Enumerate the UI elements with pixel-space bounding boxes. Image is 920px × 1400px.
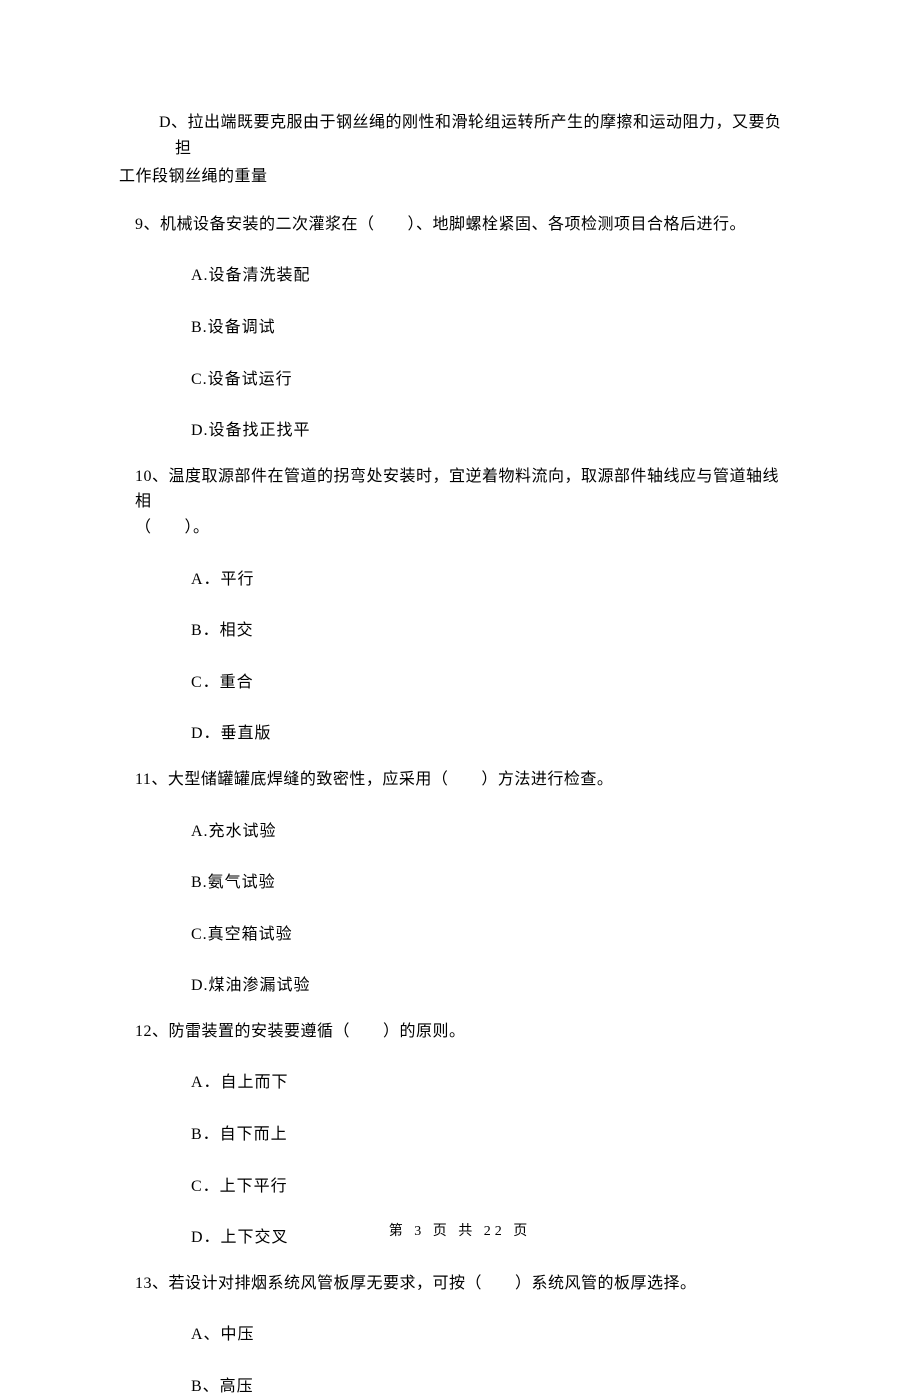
q9-stem: 9、机械设备安装的二次灌浆在（ ）、地脚螺栓紧固、各项检测项目合格后进行。 (135, 212, 790, 238)
q10-option-d: D．垂直版 (191, 721, 790, 747)
q11-option-c: C.真空箱试验 (191, 922, 790, 948)
q12-option-a: A．自上而下 (191, 1070, 790, 1096)
q10-options: A．平行 B．相交 C．重合 D．垂直版 (191, 567, 790, 747)
page-content: D、拉出端既要克服由于钢丝绳的刚性和滑轮组运转所产生的摩擦和运动阻力，又要负担 … (0, 0, 920, 1400)
q13-option-a: A、中压 (191, 1322, 790, 1348)
q8-option-d-line1: D、拉出端既要克服由于钢丝绳的刚性和滑轮组运转所产生的摩擦和运动阻力，又要负担 (175, 110, 790, 161)
question-10: 10、温度取源部件在管道的拐弯处安装时，宜逆着物料流向，取源部件轴线应与管道轴线… (135, 464, 790, 747)
q12-option-b: B．自下而上 (191, 1122, 790, 1148)
q9-option-c: C.设备试运行 (191, 367, 790, 393)
q9-option-d: D.设备找正找平 (191, 418, 790, 444)
q10-stem-line1: 10、温度取源部件在管道的拐弯处安装时，宜逆着物料流向，取源部件轴线应与管道轴线… (135, 464, 790, 515)
q11-options: A.充水试验 B.氨气试验 C.真空箱试验 D.煤油渗漏试验 (191, 819, 790, 999)
q13-option-b: B、高压 (191, 1374, 790, 1400)
q9-options: A.设备清洗装配 B.设备调试 C.设备试运行 D.设备找正找平 (191, 263, 790, 443)
question-12: 12、防雷装置的安装要遵循（ ）的原则。 A．自上而下 B．自下而上 C．上下平… (135, 1019, 790, 1251)
q10-option-c: C．重合 (191, 670, 790, 696)
page-footer: 第 3 页 共 22 页 (0, 1221, 920, 1243)
q10-stem: 10、温度取源部件在管道的拐弯处安装时，宜逆着物料流向，取源部件轴线应与管道轴线… (135, 464, 790, 541)
question-11: 11、大型储罐罐底焊缝的致密性，应采用（ ）方法进行检查。 A.充水试验 B.氨… (135, 767, 790, 999)
question-13: 13、若设计对排烟系统风管板厚无要求，可按（ ）系统风管的板厚选择。 A、中压 … (135, 1271, 790, 1400)
question-9: 9、机械设备安装的二次灌浆在（ ）、地脚螺栓紧固、各项检测项目合格后进行。 A.… (135, 212, 790, 444)
q8-option-d-line2: 工作段钢丝绳的重量 (135, 164, 790, 190)
q13-options: A、中压 B、高压 (191, 1322, 790, 1399)
q12-stem: 12、防雷装置的安装要遵循（ ）的原则。 (135, 1019, 790, 1045)
q11-option-d: D.煤油渗漏试验 (191, 973, 790, 999)
q13-stem: 13、若设计对排烟系统风管板厚无要求，可按（ ）系统风管的板厚选择。 (135, 1271, 790, 1297)
q11-option-b: B.氨气试验 (191, 870, 790, 896)
q11-option-a: A.充水试验 (191, 819, 790, 845)
q11-stem: 11、大型储罐罐底焊缝的致密性，应采用（ ）方法进行检查。 (135, 767, 790, 793)
q9-option-b: B.设备调试 (191, 315, 790, 341)
q12-option-c: C．上下平行 (191, 1174, 790, 1200)
q10-stem-line2: （ ）。 (135, 515, 790, 541)
q10-option-b: B．相交 (191, 618, 790, 644)
q9-option-a: A.设备清洗装配 (191, 263, 790, 289)
q10-option-a: A．平行 (191, 567, 790, 593)
q8-option-d-continuation: D、拉出端既要克服由于钢丝绳的刚性和滑轮组运转所产生的摩擦和运动阻力，又要负担 … (175, 110, 790, 190)
